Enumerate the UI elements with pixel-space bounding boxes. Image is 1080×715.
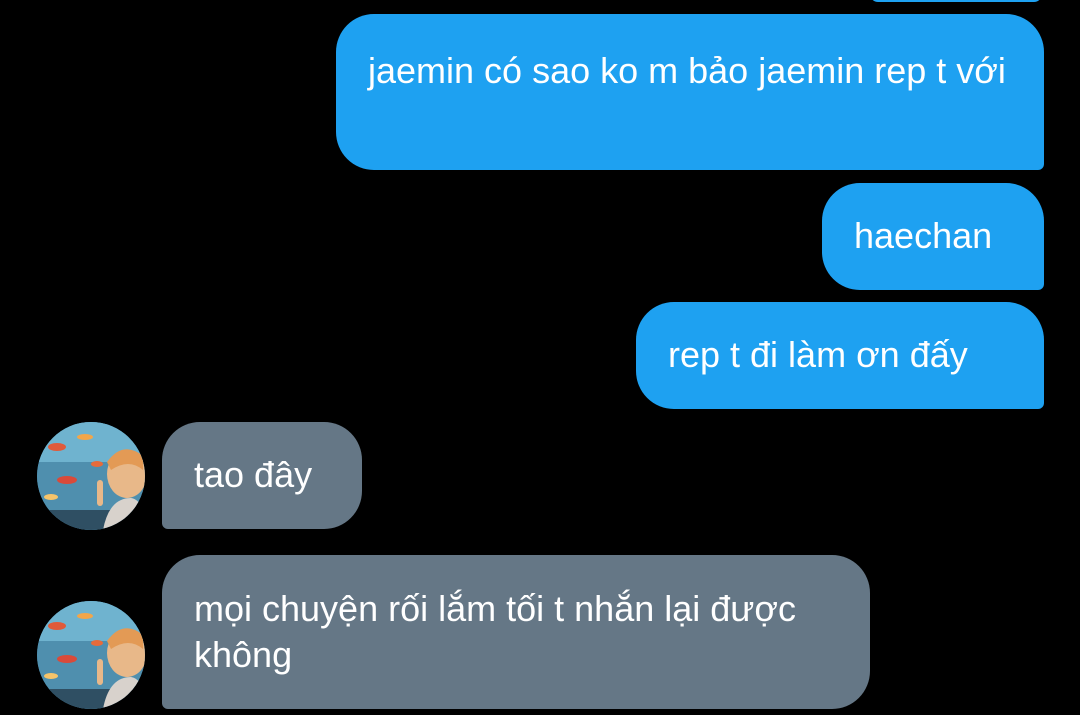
previous-message-bubble-edge[interactable] xyxy=(870,0,1042,2)
message-text: haechan xyxy=(854,215,993,256)
message-text: rep t đi làm ơn đấy xyxy=(668,334,968,375)
outgoing-message-bubble[interactable]: jaemin có sao ko m bảo jaemin rep t với xyxy=(336,14,1044,170)
message-text: jaemin có sao ko m bảo jaemin rep t với xyxy=(368,50,1006,91)
avatar-photo-icon xyxy=(37,422,145,530)
outgoing-message-bubble[interactable]: rep t đi làm ơn đấy xyxy=(636,302,1044,409)
message-text: mọi chuyện rối lắm tối t nhắn lại được k… xyxy=(194,588,796,675)
outgoing-message-bubble[interactable]: haechan xyxy=(822,183,1044,290)
message-thread: jaemin có sao ko m bảo jaemin rep t với … xyxy=(0,0,1080,715)
incoming-message-bubble[interactable]: tao đây xyxy=(162,422,362,529)
contact-avatar[interactable] xyxy=(37,422,145,530)
message-text: tao đây xyxy=(194,454,313,495)
incoming-message-bubble[interactable]: mọi chuyện rối lắm tối t nhắn lại được k… xyxy=(162,555,870,709)
avatar-photo-icon xyxy=(37,601,145,709)
contact-avatar[interactable] xyxy=(37,601,145,709)
